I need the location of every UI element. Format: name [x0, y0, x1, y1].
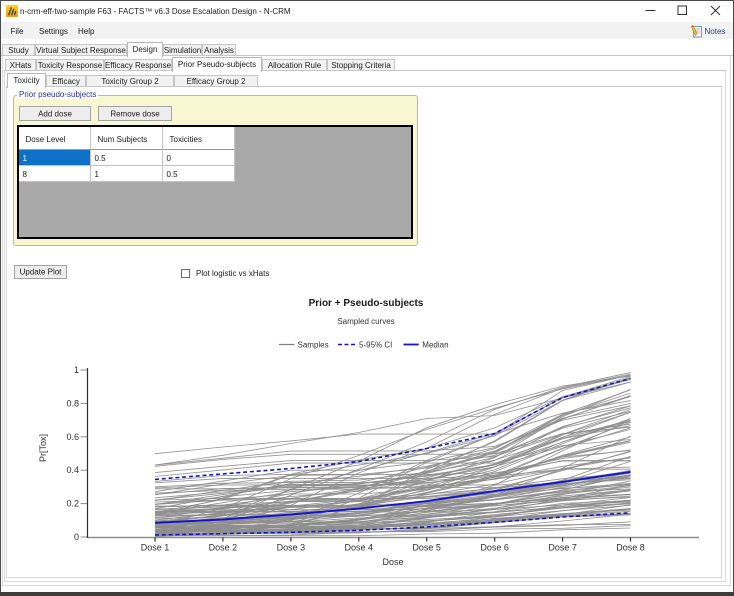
svg-text:Dose: Dose — [382, 557, 403, 567]
svg-text:0.8: 0.8 — [66, 398, 79, 408]
svg-text:Dose 2: Dose 2 — [209, 543, 238, 553]
svg-text:0.6: 0.6 — [66, 432, 79, 442]
svg-text:1: 1 — [74, 365, 79, 375]
svg-text:5-95% CI: 5-95% CI — [359, 341, 392, 350]
svg-text:0.4: 0.4 — [66, 465, 79, 475]
svg-text:Dose 6: Dose 6 — [480, 543, 509, 553]
svg-text:0: 0 — [74, 532, 79, 542]
svg-text:Median: Median — [422, 341, 448, 350]
svg-text:Samples: Samples — [298, 341, 329, 350]
svg-text:Prior + Pseudo-subjects: Prior + Pseudo-subjects — [309, 298, 424, 309]
svg-text:Dose 8: Dose 8 — [616, 543, 645, 553]
svg-text:Pr[Tox]: Pr[Tox] — [38, 434, 48, 462]
svg-text:Sampled curves: Sampled curves — [337, 317, 394, 326]
svg-text:Dose 5: Dose 5 — [412, 543, 441, 553]
svg-text:Dose 3: Dose 3 — [277, 543, 306, 553]
svg-text:Dose 1: Dose 1 — [141, 543, 170, 553]
svg-text:Dose 7: Dose 7 — [548, 543, 577, 553]
svg-text:0.2: 0.2 — [66, 499, 79, 509]
svg-text:Dose 4: Dose 4 — [345, 543, 374, 553]
